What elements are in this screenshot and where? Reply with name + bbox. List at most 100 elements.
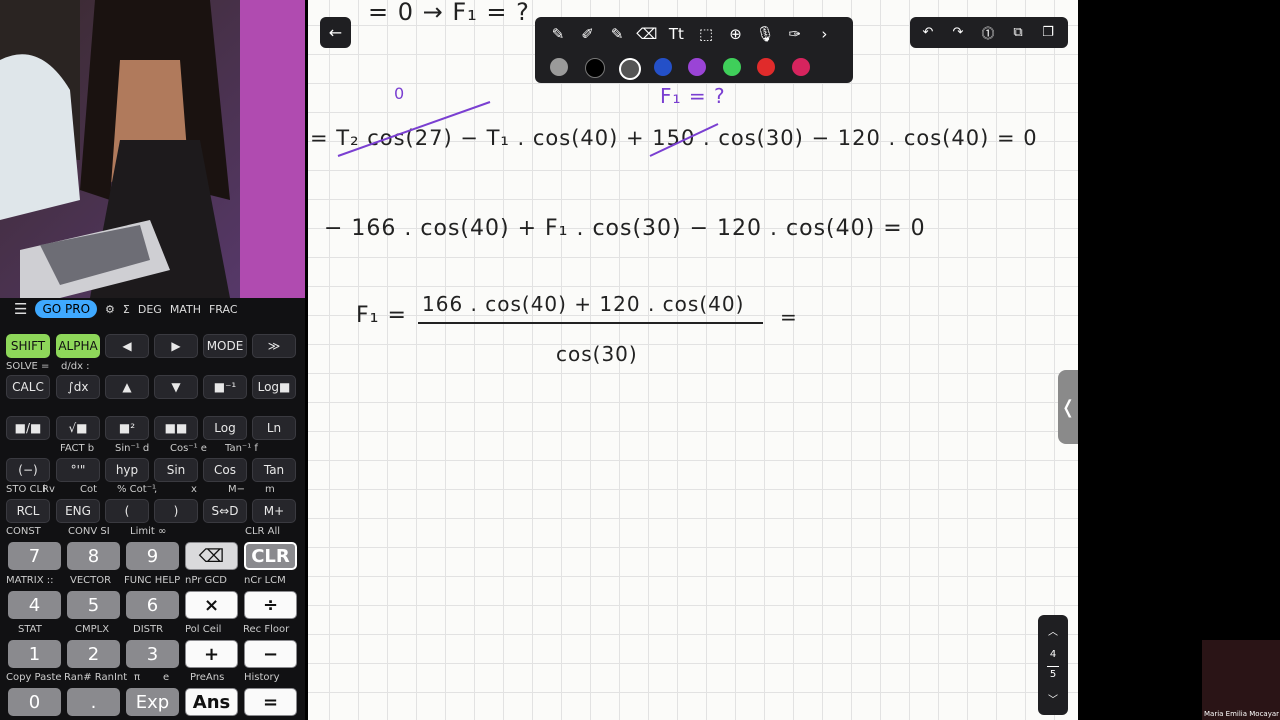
key-row6[interactable]: CLR: [244, 542, 297, 570]
whiteboard-canvas[interactable]: = 0 → F₁ = ? 0 F₁ = ? = T₂ cos(27) − T₁ …: [308, 0, 1078, 720]
color-swatch-6[interactable]: [757, 58, 775, 76]
key-sublabel-row7: Pol Ceil: [185, 624, 222, 635]
page-up-icon[interactable]: ︿: [1038, 623, 1068, 638]
key-0-row1[interactable]: SHIFT: [6, 334, 50, 358]
key-row9[interactable]: .: [67, 688, 120, 716]
color-swatch-4[interactable]: [688, 58, 706, 76]
key-row2[interactable]: Log■: [252, 375, 296, 399]
key-row6[interactable]: 7: [8, 542, 61, 570]
gear-icon[interactable]: ⚙: [105, 303, 115, 316]
right-tool-icon-4[interactable]: ❐: [1038, 22, 1058, 42]
key-row8[interactable]: −: [244, 640, 297, 668]
tool-icon-5[interactable]: ⬚: [695, 23, 717, 45]
right-tool-icon-2[interactable]: ⓵: [978, 22, 998, 42]
key-row4[interactable]: Cos: [203, 458, 247, 482]
key-4-row1[interactable]: MODE: [203, 334, 247, 358]
tool-icon-6[interactable]: ⊕: [725, 23, 747, 45]
key-row5[interactable]: ): [154, 499, 198, 523]
key-row9[interactable]: 0: [8, 688, 61, 716]
key-row5[interactable]: M+: [252, 499, 296, 523]
tool-icon-7[interactable]: 🎙: [754, 23, 776, 45]
drawing-toolbar: ✎ ✐ ✎ ⌫ Tt ⬚ ⊕ 🎙 ✑ ›: [535, 17, 853, 83]
key-row8[interactable]: 1: [8, 640, 61, 668]
key-row2[interactable]: CALC: [6, 375, 50, 399]
key-row3[interactable]: ■²: [105, 416, 149, 440]
page-divider: [1047, 666, 1059, 667]
key-row8[interactable]: +: [185, 640, 238, 668]
key-row8[interactable]: 3: [126, 640, 179, 668]
key-row3[interactable]: Ln: [252, 416, 296, 440]
key-row7[interactable]: 5: [67, 591, 120, 619]
sigma-icon[interactable]: Σ: [123, 303, 130, 316]
key-row3[interactable]: Log: [203, 416, 247, 440]
key-row4[interactable]: °'": [56, 458, 100, 482]
key-row4[interactable]: (−): [6, 458, 50, 482]
color-swatch-7[interactable]: [791, 58, 810, 76]
tool-icon-4[interactable]: Tt: [665, 23, 687, 45]
key-row9[interactable]: =: [244, 688, 297, 716]
key-row7[interactable]: 4: [8, 591, 61, 619]
key-row4[interactable]: hyp: [105, 458, 149, 482]
key-row5[interactable]: (: [105, 499, 149, 523]
key-2-row1[interactable]: ◀: [105, 334, 149, 358]
webcam-image: [0, 0, 305, 298]
side-panel-handle[interactable]: ❬: [1058, 370, 1078, 444]
tool-icon-8[interactable]: ✑: [784, 23, 806, 45]
equation-line-0: = 0 → F₁ = ?: [368, 0, 530, 26]
key-row2[interactable]: ▲: [105, 375, 149, 399]
key-sublabel-row5: CLR All: [245, 526, 281, 537]
menu-icon[interactable]: ☰: [14, 300, 27, 318]
key-sublabel-row7: Rec Floor: [243, 624, 290, 635]
key-row7[interactable]: ÷: [244, 591, 297, 619]
key-row3[interactable]: ■■: [154, 416, 198, 440]
frac-indicator: FRAC: [208, 302, 238, 316]
go-pro-button[interactable]: GO PRO: [35, 300, 98, 318]
tool-icon-1[interactable]: ✐: [577, 23, 599, 45]
key-sublabel-row4: M−: [228, 484, 246, 495]
participant-thumbnail: Maria Emilia Mocayar: [1202, 640, 1280, 720]
key-row2[interactable]: ▼: [154, 375, 198, 399]
key-row8[interactable]: 2: [67, 640, 120, 668]
tool-icon-2[interactable]: ✎: [606, 23, 628, 45]
key-row7[interactable]: ×: [185, 591, 238, 619]
color-swatch-0[interactable]: [550, 58, 568, 76]
back-button[interactable]: ←: [320, 17, 351, 48]
key-row5[interactable]: S⇔D: [203, 499, 247, 523]
key-row3[interactable]: √■: [56, 416, 100, 440]
tool-icon-9[interactable]: ›: [813, 23, 835, 45]
color-swatch-5[interactable]: [722, 58, 741, 76]
key-sublabel-row1: d/dx :: [61, 361, 90, 372]
key-row4[interactable]: Sin: [154, 458, 198, 482]
page-down-icon[interactable]: ﹀: [1038, 691, 1068, 706]
tool-icon-0[interactable]: ✎: [547, 23, 569, 45]
key-row9[interactable]: Ans: [185, 688, 238, 716]
key-row6[interactable]: ⌫: [185, 542, 238, 570]
color-swatch-3[interactable]: [653, 58, 672, 76]
key-row3[interactable]: ■/■: [6, 416, 50, 440]
key-row5[interactable]: ENG: [56, 499, 100, 523]
key-sublabel-row6: nCr LCM: [244, 575, 286, 586]
key-3-row1[interactable]: ▶: [154, 334, 198, 358]
key-sublabel-row4: STO CLRv: [6, 484, 55, 495]
key-sublabel-row6: FUNC HELP: [124, 575, 181, 586]
key-row5[interactable]: RCL: [6, 499, 50, 523]
color-swatch-2[interactable]: [619, 58, 641, 80]
key-sublabel-row4: % Cot⁻¹: [117, 484, 156, 495]
key-row2[interactable]: ■⁻¹: [203, 375, 247, 399]
key-row7[interactable]: 6: [126, 591, 179, 619]
key-row6[interactable]: 9: [126, 542, 179, 570]
key-sublabel-row4: ,: [154, 484, 158, 495]
right-tool-icon-3[interactable]: ⧉: [1008, 22, 1028, 42]
key-row6[interactable]: 8: [67, 542, 120, 570]
right-tool-icon-0[interactable]: ↶: [918, 22, 938, 42]
key-sublabel-row5: CONV SI: [68, 526, 110, 537]
key-row9[interactable]: Exp: [126, 688, 179, 716]
color-swatch-1[interactable]: [584, 58, 605, 78]
tool-icon-3[interactable]: ⌫: [636, 23, 658, 45]
key-row2[interactable]: ∫dx: [56, 375, 100, 399]
right-tool-icon-1[interactable]: ↷: [948, 22, 968, 42]
key-5-row1[interactable]: ≫: [252, 334, 296, 358]
key-sublabel-row5: CONST: [6, 526, 41, 537]
key-row4[interactable]: Tan: [252, 458, 296, 482]
key-1-row1[interactable]: ALPHA: [56, 334, 100, 358]
